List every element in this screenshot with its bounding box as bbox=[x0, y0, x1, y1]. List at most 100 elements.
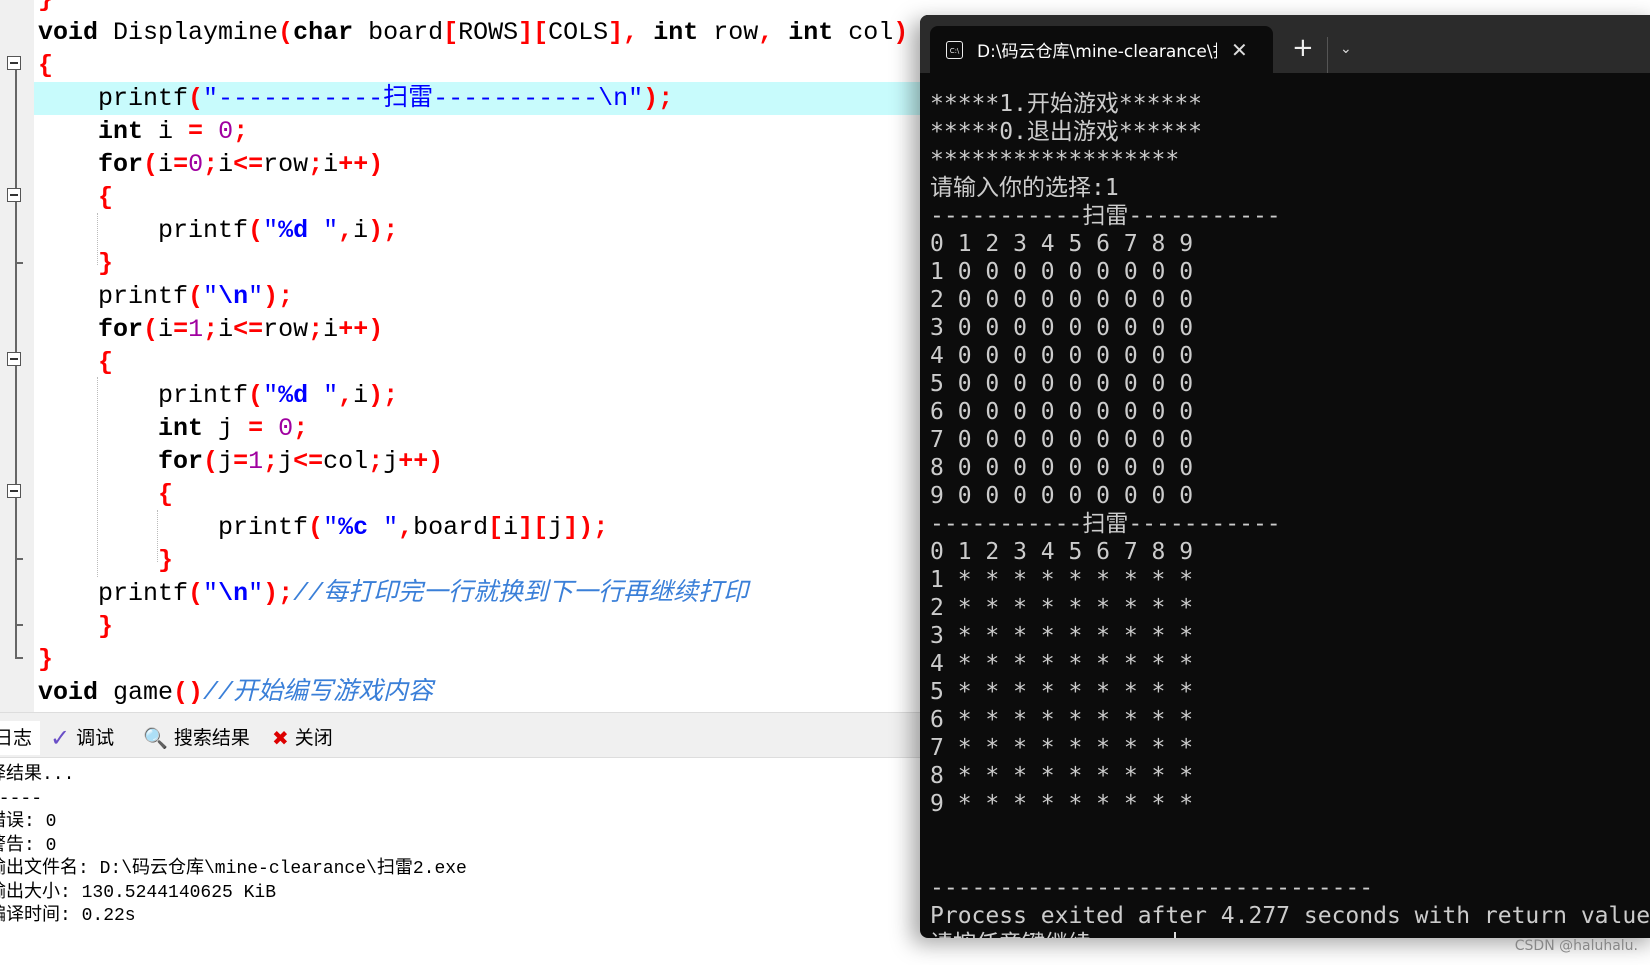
code-token: void bbox=[38, 18, 99, 47]
code-token: ROWS bbox=[458, 18, 519, 47]
terminal-line: 9 0 0 0 0 0 0 0 0 0 bbox=[930, 482, 1650, 510]
terminal-text: 5 0 0 0 0 0 0 0 0 0 bbox=[930, 371, 1194, 397]
code-token: ); bbox=[643, 84, 674, 113]
terminal-line: -----------扫雷----------- bbox=[930, 510, 1650, 538]
chevron-down-icon[interactable]: ⌄ bbox=[1340, 41, 1352, 57]
code-token: col bbox=[833, 18, 894, 47]
terminal-text: 请按任意键继续. . . bbox=[930, 931, 1174, 938]
code-line: { bbox=[38, 181, 908, 214]
code-editor[interactable]: } void Displaymine(char board[ROWS][COLS]… bbox=[0, 0, 940, 712]
code-token: ( bbox=[188, 282, 204, 311]
code-token: ( bbox=[248, 381, 264, 410]
code-token: 1 bbox=[188, 315, 204, 344]
terminal-line: 6 0 0 0 0 0 0 0 0 0 bbox=[930, 398, 1650, 426]
code-token: ; bbox=[263, 447, 279, 476]
code-token: game bbox=[98, 678, 174, 707]
code-line: printf("%c ",board[i][j]); bbox=[38, 511, 908, 544]
terminal-line: *****0.退出游戏****** bbox=[930, 118, 1650, 146]
code-token: ( bbox=[203, 447, 219, 476]
code-token: //每打印完一行就换到下一行再继续打印 bbox=[293, 579, 749, 608]
code-token: ); bbox=[263, 579, 294, 608]
code-token: ]); bbox=[563, 513, 609, 542]
code-line: printf("\n"); bbox=[38, 280, 908, 313]
code-token: ( bbox=[248, 216, 264, 245]
code-token: " bbox=[308, 216, 339, 245]
tab-debug[interactable]: ✓ 调试 bbox=[50, 721, 114, 755]
code-token: for bbox=[98, 315, 144, 344]
fold-toggle-icon[interactable] bbox=[7, 188, 21, 202]
log-line: ----- bbox=[0, 788, 43, 809]
code-token: ][ bbox=[518, 18, 549, 47]
code-token: ][ bbox=[518, 513, 549, 542]
code-token: ( bbox=[188, 579, 204, 608]
fold-end-marker bbox=[15, 624, 23, 626]
terminal-text: 6 0 0 0 0 0 0 0 0 0 bbox=[930, 399, 1194, 425]
log-line: 译结果... bbox=[0, 765, 75, 785]
code-token: <= bbox=[293, 447, 324, 476]
terminal-line: 7 0 0 0 0 0 0 0 0 0 bbox=[930, 426, 1650, 454]
code-token: () bbox=[173, 678, 204, 707]
log-line: 输出文件名: D:\码云仓库\mine-clearance\扫雷2.exe bbox=[0, 859, 467, 879]
terminal-text: 9 0 0 0 0 0 0 0 0 0 bbox=[930, 483, 1194, 509]
code-token: , bbox=[398, 513, 414, 542]
tab-search-results[interactable]: 🔍 搜索结果 bbox=[143, 721, 250, 755]
code-line: int i = 0; bbox=[38, 115, 908, 148]
fold-toggle-icon[interactable] bbox=[7, 484, 21, 498]
code-token: " bbox=[368, 513, 399, 542]
tab-close-panel[interactable]: ✖ 关闭 bbox=[272, 721, 333, 755]
code-token: = bbox=[173, 315, 189, 344]
code-line: void Displaymine(char board[ROWS][COLS],… bbox=[38, 16, 908, 49]
code-token: i bbox=[218, 315, 234, 344]
code-token: ; bbox=[203, 315, 219, 344]
terminal-line: 0 1 2 3 4 5 6 7 8 9 bbox=[930, 538, 1650, 566]
code-line: for(j=1;j<=col;j++) bbox=[38, 445, 908, 478]
terminal-window[interactable]: C:\ D:\码云仓库\mine-clearance\扫 ✕ + ⌄ *****… bbox=[920, 15, 1650, 938]
terminal-text: 5 * * * * * * * * * bbox=[930, 679, 1194, 705]
fold-toggle-icon[interactable] bbox=[7, 352, 21, 366]
terminal-text: 3 0 0 0 0 0 0 0 0 0 bbox=[930, 315, 1194, 341]
code-token: //开始编写游戏内容 bbox=[203, 678, 434, 707]
terminal-text: Process exited after 4.277 seconds with … bbox=[930, 903, 1650, 929]
code-token: printf bbox=[38, 84, 189, 113]
terminal-tab[interactable]: C:\ D:\码云仓库\mine-clearance\扫 ✕ bbox=[930, 26, 1273, 73]
terminal-line: 4 * * * * * * * * * bbox=[930, 650, 1650, 678]
code-token: " bbox=[263, 216, 279, 245]
code-token: ], bbox=[608, 18, 639, 47]
terminal-line: ****************** bbox=[930, 146, 1650, 174]
tab-compile-log[interactable]: 日志 bbox=[0, 721, 40, 755]
code-token: i bbox=[503, 513, 519, 542]
code-token: i bbox=[158, 150, 174, 179]
terminal-line: 7 * * * * * * * * * bbox=[930, 734, 1650, 762]
code-token: "-----------扫雷-----------\n" bbox=[203, 84, 644, 113]
fold-toggle-icon[interactable] bbox=[7, 56, 21, 70]
code-token: = bbox=[173, 150, 189, 179]
code-token: printf bbox=[38, 381, 249, 410]
code-token: ); bbox=[368, 381, 399, 410]
tab-label: 搜索结果 bbox=[173, 727, 250, 749]
code-token: ++) bbox=[398, 447, 444, 476]
code-line: { bbox=[38, 478, 908, 511]
code-token: " bbox=[203, 282, 219, 311]
terminal-line: 3 * * * * * * * * * bbox=[930, 622, 1650, 650]
terminal-text: 1 * * * * * * * * * bbox=[930, 567, 1194, 593]
code-token: } bbox=[158, 546, 174, 575]
code-token: = bbox=[248, 414, 264, 443]
close-tab-icon[interactable]: ✕ bbox=[1231, 38, 1248, 62]
log-line: 输出大小: 130.5244140625 KiB bbox=[0, 882, 277, 903]
code-token: " bbox=[203, 579, 219, 608]
code-token: \n bbox=[218, 282, 249, 311]
code-token: ( bbox=[278, 18, 294, 47]
code-token: 0 bbox=[188, 150, 204, 179]
code-token: i bbox=[323, 150, 339, 179]
terminal-text: *****0.退出游戏****** bbox=[930, 119, 1203, 145]
terminal-line: 8 * * * * * * * * * bbox=[930, 762, 1650, 790]
code-token: 1 bbox=[248, 447, 264, 476]
console-icon: C:\ bbox=[946, 40, 963, 59]
code-line: printf("%d ",i); bbox=[38, 214, 908, 247]
new-tab-button[interactable]: + bbox=[1292, 33, 1314, 63]
